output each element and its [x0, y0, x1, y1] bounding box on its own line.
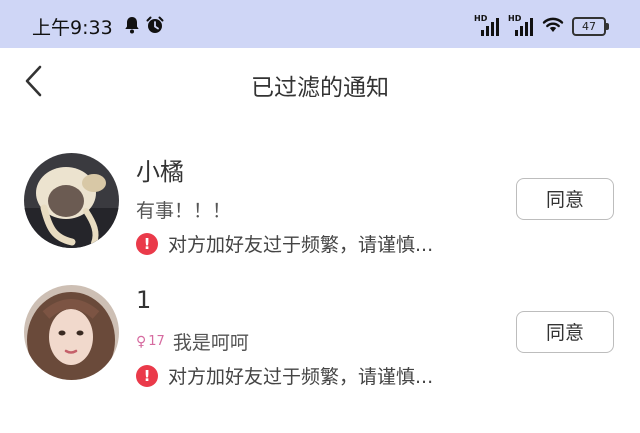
warning-icon: ! [136, 232, 158, 255]
user-name: 1 [136, 286, 152, 314]
page-title: 已过滤的通知 [251, 75, 389, 101]
avatar [24, 153, 119, 248]
warning-text: 对方加好友过于频繁，请谨慎... [168, 234, 434, 256]
gender-age-badge: ♀ 17 [136, 334, 165, 350]
request-message: 有事！！！ [136, 196, 231, 223]
status-right-icons: HD HD 47 [474, 14, 609, 37]
nav-bar: 已过滤的通知 [0, 48, 640, 114]
agree-button[interactable]: 同意 [516, 311, 614, 353]
agree-button[interactable]: 同意 [516, 178, 614, 220]
bell-icon [124, 16, 140, 38]
wifi-icon [542, 15, 564, 37]
signal-icon: HD [508, 14, 534, 36]
warning-row: ! 对方加好友过于频繁，请谨慎... [136, 230, 433, 257]
battery-level: 47 [582, 19, 596, 33]
notification-item: 1 ♀ 17 我是呵呵 ! 对方加好友过于频繁，请谨慎... 同意 [0, 282, 640, 412]
user-name: 小橘 [136, 158, 184, 186]
alarm-icon [146, 16, 164, 38]
avatar [24, 285, 119, 380]
notification-item: 小橘 有事！！！ ! 对方加好友过于频繁，请谨慎... 同意 [0, 148, 640, 278]
signal-icon: HD [474, 14, 500, 36]
warning-text: 对方加好友过于频繁，请谨慎... [168, 366, 434, 388]
message-text: 有事！！！ [136, 200, 232, 222]
female-icon: ♀ [136, 333, 147, 350]
status-time: 上午9:33 [32, 17, 113, 39]
request-message: ♀ 17 我是呵呵 [136, 328, 249, 355]
battery-icon: 47 [572, 16, 609, 36]
warning-icon: ! [136, 364, 158, 387]
status-left-icons [124, 16, 164, 38]
message-text: 我是呵呵 [172, 332, 249, 354]
warning-row: ! 对方加好友过于频繁，请谨慎... [136, 362, 433, 389]
age-text: 17 [148, 334, 165, 349]
status-bar: 上午9:33 HD HD 47 [0, 0, 640, 48]
